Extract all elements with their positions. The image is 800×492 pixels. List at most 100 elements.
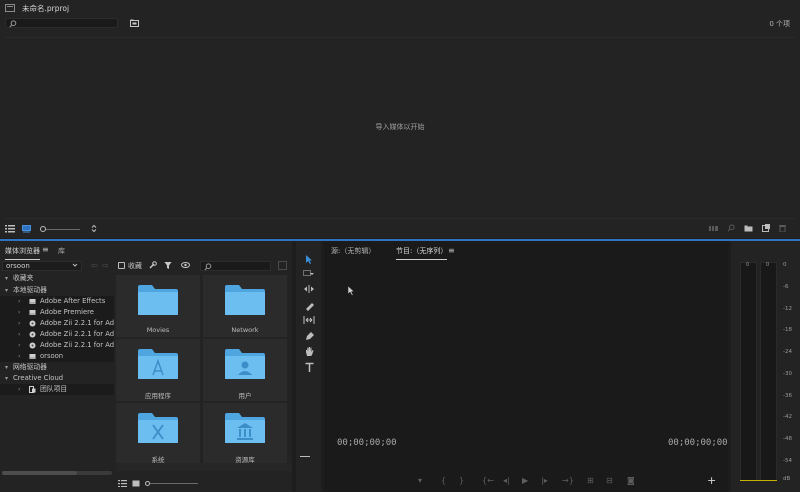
chevron-right-icon: ›: [18, 298, 21, 305]
slip-tool-icon[interactable]: [303, 314, 315, 326]
wrench-icon[interactable]: [148, 261, 157, 270]
tab-source-monitor[interactable]: 源:（无剪辑）: [331, 246, 375, 256]
chevron-right-icon: ›: [18, 309, 21, 316]
tab-library[interactable]: 库: [58, 246, 65, 256]
media-browser-menu-icon[interactable]: ≡: [42, 245, 49, 254]
folder-item[interactable]: 资源库: [203, 403, 287, 463]
drive-icon: [29, 309, 36, 316]
folder-item[interactable]: 应用程序: [116, 339, 200, 401]
mouse-cursor-icon: [347, 285, 355, 296]
chevron-right-icon: ›: [18, 320, 21, 327]
eye-icon[interactable]: [181, 261, 191, 269]
lift-icon[interactable]: ⊞: [587, 476, 594, 485]
chevron-right-icon: ›: [18, 353, 21, 360]
filter-icon[interactable]: [164, 261, 173, 270]
drive-icon: [29, 298, 36, 305]
project-title: 未命名.prproj: [22, 4, 70, 13]
back-arrow-icon[interactable]: ⇦: [91, 261, 98, 270]
hand-tool-icon[interactable]: [303, 345, 315, 357]
meter-scale-label: -48: [783, 436, 792, 442]
new-item-icon[interactable]: [762, 224, 770, 232]
program-monitor-panel: [324, 241, 728, 492]
selection-tool-icon[interactable]: [303, 253, 315, 265]
folder-network-icon: [225, 285, 265, 315]
meter-scale-label: -30: [783, 371, 792, 377]
drive-select-value: orsoon: [6, 262, 30, 270]
mark-in-icon[interactable]: {: [441, 476, 446, 485]
tab-media-browser[interactable]: 媒体浏览器: [5, 246, 40, 260]
go-to-out-icon[interactable]: →}: [562, 476, 574, 485]
tree-item-creative-cloud[interactable]: ▾ Creative Cloud: [0, 373, 114, 384]
meter-scale-label: -12: [783, 306, 792, 312]
ripple-edit-tool-icon[interactable]: [303, 283, 315, 295]
step-forward-icon[interactable]: |▸: [541, 476, 548, 485]
grid-hscroll[interactable]: [116, 463, 292, 471]
folder-item[interactable]: 用户: [203, 339, 287, 401]
button-editor-button[interactable]: +: [707, 474, 716, 487]
drive-icon: [29, 353, 36, 360]
folder-applications-icon: [138, 349, 178, 379]
playhead-timecode[interactable]: 00;00;00;00: [337, 438, 397, 448]
tree-item-local-drives[interactable]: ▾ 本地驱动器: [0, 285, 114, 296]
tree-item-drive[interactable]: › Adobe Premiere: [0, 307, 114, 318]
meter-scale-label: -18: [783, 327, 792, 333]
razor-tool-icon[interactable]: [303, 299, 315, 311]
chevron-down-icon: ▾: [5, 364, 9, 371]
play-icon[interactable]: ▶: [522, 476, 528, 485]
tree-item-disk-image[interactable]: › Adobe Zii 2.2.1 for Ado: [0, 340, 114, 351]
export-frame-icon[interactable]: ◙: [627, 476, 635, 485]
tree-item-network-drives[interactable]: ▾ 网络驱动器: [0, 362, 114, 373]
new-bin-footer-icon[interactable]: [744, 225, 753, 232]
search-icon: [204, 263, 212, 271]
settings-icon[interactable]: [278, 261, 287, 270]
project-footer: [0, 220, 800, 238]
pen-tool-icon[interactable]: [303, 330, 315, 342]
list-view-icon[interactable]: [5, 225, 15, 233]
tree-item-favorites[interactable]: ▾ 收藏夹: [0, 273, 114, 284]
sort-icon[interactable]: [91, 224, 97, 233]
add-marker-icon[interactable]: ▾: [418, 476, 422, 485]
extract-icon[interactable]: ⊟: [606, 476, 613, 485]
disk-icon: [29, 342, 36, 349]
trash-icon[interactable]: [779, 224, 786, 232]
chevron-down-icon: ▾: [5, 287, 9, 294]
tab-program-monitor[interactable]: 节目:（无序列）: [396, 246, 448, 260]
go-to-in-icon[interactable]: {←: [482, 476, 494, 485]
forward-arrow-icon[interactable]: ⇨: [102, 261, 109, 270]
automate-sequence-icon[interactable]: [709, 225, 718, 232]
chevron-down-icon: ▾: [5, 375, 9, 382]
thumbnail-view-icon[interactable]: [132, 480, 140, 487]
favorites-checkbox[interactable]: [118, 262, 125, 269]
audio-meter-right: [760, 262, 777, 481]
tree-item-team-projects[interactable]: › 团队项目: [0, 384, 114, 395]
program-menu-icon[interactable]: ≡: [448, 246, 455, 255]
type-tool-icon[interactable]: [303, 361, 315, 373]
drive-select[interactable]: orsoon: [2, 261, 82, 271]
folder-movies-icon: [138, 285, 178, 315]
folder-item[interactable]: Movies: [116, 275, 200, 337]
track-select-tool-icon[interactable]: [303, 268, 315, 280]
mark-out-icon[interactable]: }: [459, 476, 464, 485]
folder-item[interactable]: 系统: [116, 403, 200, 463]
project-media-area[interactable]: 导入媒体以开始: [5, 37, 795, 219]
step-back-icon[interactable]: ◂|: [503, 476, 510, 485]
chevron-right-icon: ›: [18, 342, 21, 349]
new-bin-icon[interactable]: [130, 18, 139, 27]
icon-view-icon[interactable]: [22, 225, 31, 233]
thumbnail-zoom-track[interactable]: [150, 483, 198, 484]
project-search-input[interactable]: [5, 18, 118, 28]
project-file-icon: [5, 4, 15, 12]
tree-item-drive[interactable]: › Adobe After Effects: [0, 296, 114, 307]
search-icon: [9, 20, 17, 28]
list-view-icon[interactable]: [118, 480, 127, 487]
tree-item-drive[interactable]: › orsoon: [0, 351, 114, 362]
tree-item-disk-image[interactable]: › Adobe Zii 2.2.1 for Ado: [0, 329, 114, 340]
tree-item-disk-image[interactable]: › Adobe Zii 2.2.1 for Ado: [0, 318, 114, 329]
media-browser-search-input[interactable]: [200, 261, 271, 271]
find-icon[interactable]: [727, 224, 735, 232]
tools-resize-handle[interactable]: [300, 456, 310, 457]
folder-item[interactable]: Network: [203, 275, 287, 337]
tree-scroll-thumb[interactable]: [2, 471, 77, 475]
zoom-slider-track[interactable]: [46, 229, 80, 230]
meter-scale-label: -54: [783, 458, 792, 464]
